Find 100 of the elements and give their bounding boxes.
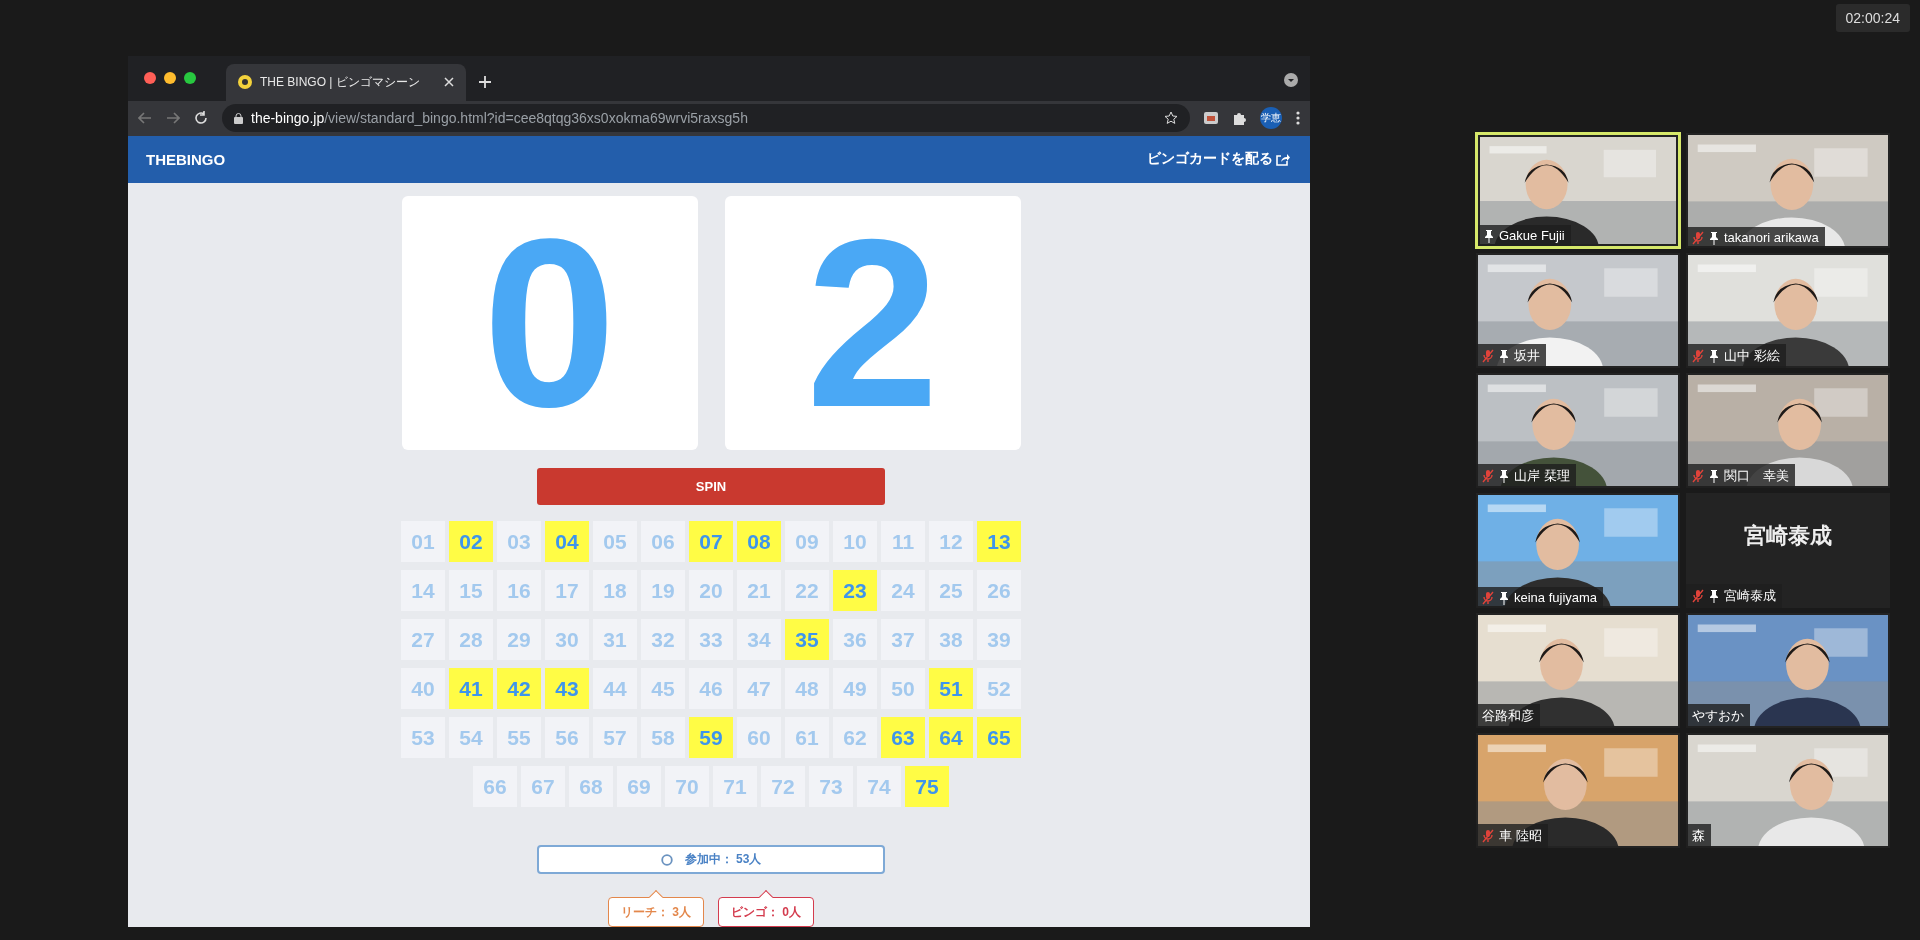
bingo-number: 50	[881, 668, 925, 709]
forward-icon[interactable]	[166, 111, 180, 126]
share-icon	[1276, 152, 1290, 166]
muted-microphone-icon	[1692, 589, 1704, 603]
muted-microphone-icon	[1482, 469, 1494, 483]
participant-display-name: 宮崎泰成	[1743, 522, 1833, 550]
reload-icon[interactable]	[194, 111, 208, 126]
muted-microphone-icon	[1482, 349, 1494, 363]
bingo-number: 72	[761, 766, 805, 807]
close-icon[interactable]	[444, 77, 454, 88]
bingo-number: 45	[641, 668, 685, 709]
bingo-number: 59	[689, 717, 733, 758]
favicon-icon	[238, 75, 252, 90]
bingo-number: 15	[449, 570, 493, 611]
bingo-number: 25	[929, 570, 973, 611]
bingo-number: 47	[737, 668, 781, 709]
bingo-number: 41	[449, 668, 493, 709]
bingo-number: 23	[833, 570, 877, 611]
bingo-number: 09	[785, 521, 829, 562]
bingo-number: 71	[713, 766, 757, 807]
bingo-number: 39	[977, 619, 1021, 660]
bingo-number: 10	[833, 521, 877, 562]
pin-icon	[1499, 469, 1509, 483]
bingo-number: 70	[665, 766, 709, 807]
participant-name: 宮崎泰成	[1724, 587, 1776, 605]
dropdown-icon[interactable]	[1284, 72, 1298, 87]
address-bar[interactable]: the-bingo.jp/view/standard_bingo.html?id=cee8qtqg36xs0xokma69wrvi5raxsg5h	[222, 104, 1190, 133]
bingo-number: 55	[497, 717, 541, 758]
bingo-number: 07	[689, 521, 733, 562]
bingo-number: 61	[785, 717, 829, 758]
bingo-number: 02	[449, 521, 493, 562]
bingo-number: 03	[497, 521, 541, 562]
muted-microphone-icon	[1692, 349, 1704, 363]
pin-icon	[1709, 589, 1719, 603]
bingo-count: ビンゴ： 0人	[718, 891, 814, 927]
bingo-number: 40	[401, 668, 445, 709]
participant-name: 谷路和彦	[1482, 707, 1534, 725]
participant-name: 関口 幸美	[1724, 467, 1789, 485]
participant-name: 車 陸昭	[1499, 827, 1542, 845]
bingo-number: 66	[473, 766, 517, 807]
bingo-number: 20	[689, 570, 733, 611]
bingo-number: 58	[641, 717, 685, 758]
loading-circle-icon	[660, 853, 673, 866]
participant-name: 森	[1692, 827, 1705, 845]
bingo-number: 68	[569, 766, 613, 807]
bingo-number: 75	[905, 766, 949, 807]
bingo-number: 16	[497, 570, 541, 611]
pin-icon	[1709, 469, 1719, 483]
menu-icon[interactable]	[1296, 111, 1300, 126]
profile-avatar[interactable]: 学恵	[1260, 107, 1282, 130]
bingo-number: 36	[833, 619, 877, 660]
drawn-digit: 0	[482, 203, 617, 443]
tab-title: THE BINGO | ビンゴマシーン	[260, 73, 421, 91]
reach-count: リーチ： 3人	[608, 891, 704, 927]
bingo-number: 43	[545, 668, 589, 709]
muted-microphone-icon	[1482, 590, 1494, 605]
bingo-number: 19	[641, 570, 685, 611]
bingo-number: 04	[545, 521, 589, 562]
bingo-number: 06	[641, 521, 685, 562]
bingo-number: 73	[809, 766, 853, 807]
bingo-number: 08	[737, 521, 781, 562]
site-logo[interactable]: THEBINGO	[146, 150, 226, 168]
muted-microphone-icon	[1692, 469, 1704, 483]
participant-name: takanori arikawa	[1724, 230, 1819, 245]
bingo-number: 64	[929, 717, 973, 758]
bingo-number: 34	[737, 619, 781, 660]
bingo-number: 69	[617, 766, 661, 807]
bingo-number: 54	[449, 717, 493, 758]
puzzle-icon[interactable]	[1232, 111, 1246, 126]
bingo-number: 53	[401, 717, 445, 758]
star-icon[interactable]	[1164, 111, 1178, 126]
bingo-number: 32	[641, 619, 685, 660]
bingo-number: 37	[881, 619, 925, 660]
bingo-number: 26	[977, 570, 1021, 611]
participant-name: Gakue Fujii	[1499, 228, 1565, 243]
pin-icon	[1499, 349, 1509, 363]
bingo-number: 12	[929, 521, 973, 562]
bingo-number: 24	[881, 570, 925, 611]
participant-name: keina fujiyama	[1514, 590, 1598, 605]
bingo-number: 38	[929, 619, 973, 660]
lock-icon	[234, 112, 243, 124]
bingo-number: 63	[881, 717, 925, 758]
spin-button[interactable]: SPIN	[537, 468, 885, 505]
pin-icon	[1499, 590, 1509, 605]
bingo-number: 44	[593, 668, 637, 709]
back-icon[interactable]	[138, 111, 152, 126]
distribute-cards-link[interactable]: ビンゴカードを配る	[1147, 150, 1290, 169]
bingo-number: 13	[977, 521, 1021, 562]
bingo-number: 74	[857, 766, 901, 807]
bingo-number: 01	[401, 521, 445, 562]
extension-icon[interactable]	[1204, 112, 1218, 125]
participant-name: 山岸 栞理	[1514, 467, 1570, 485]
bingo-number: 33	[689, 619, 733, 660]
new-tab-icon[interactable]	[478, 74, 492, 89]
url-text: the-bingo.jp/view/standard_bingo.html?id=cee8qtqg36xs0xokma69wrvi5raxsg5h	[251, 110, 749, 127]
browser-tab[interactable]: THE BINGO | ビンゴマシーン	[226, 63, 466, 101]
pin-icon	[1484, 228, 1494, 243]
participant-name: やすおか	[1692, 707, 1744, 725]
bingo-number: 05	[593, 521, 637, 562]
bingo-number: 49	[833, 668, 877, 709]
